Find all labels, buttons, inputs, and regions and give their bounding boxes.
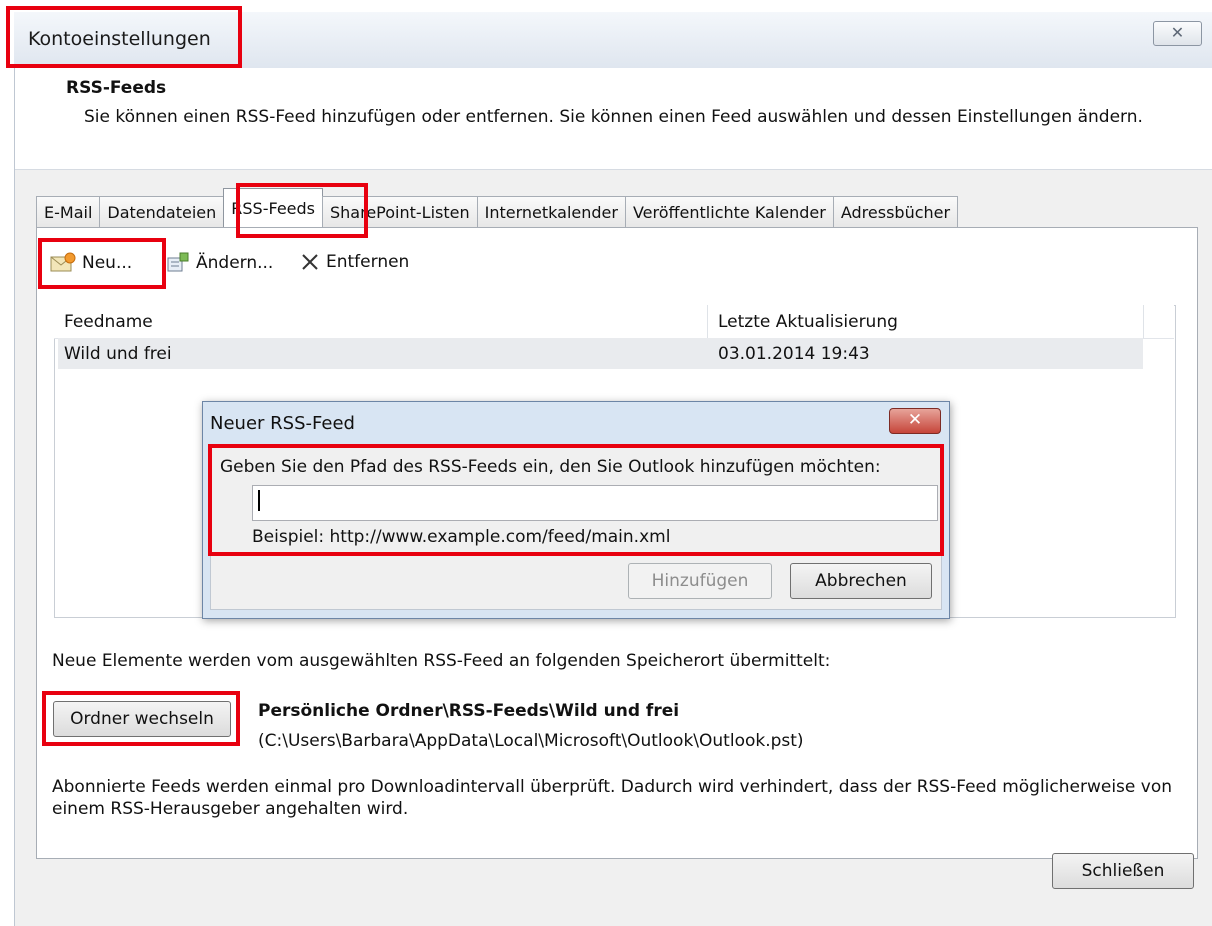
folder-path: Persönliche Ordner\RSS-Feeds\Wild und fr… [258, 701, 680, 721]
tab-veroeffentlichte-kalender[interactable]: Veröffentlichte Kalender [624, 196, 834, 227]
table-row[interactable] [58, 338, 1143, 369]
new-rss-feed-close-button[interactable]: ✕ [889, 408, 941, 434]
tab-email[interactable]: E-Mail [36, 196, 101, 227]
add-feed-button[interactable]: Hinzufügen [628, 563, 772, 599]
delivery-info-text: Neue Elemente werden vom ausgewählten RS… [52, 651, 831, 671]
highlight-rss-tab [236, 183, 368, 238]
close-icon: ✕ [1170, 23, 1185, 42]
highlight-url-field [208, 444, 944, 556]
feed-list-header [54, 305, 1174, 339]
x-icon [302, 254, 318, 270]
window-close-button[interactable]: ✕ [1153, 21, 1202, 46]
edit-feed-button[interactable]: Ändern... [166, 252, 273, 274]
column-header-last-update[interactable]: Letzte Aktualisierung [718, 312, 898, 332]
edit-feed-label: Ändern... [196, 253, 274, 273]
tab-internetkalender[interactable]: Internetkalender [476, 196, 626, 227]
file-path: (C:\Users\Barbara\AppData\Local\Microsof… [258, 731, 804, 751]
close-icon: ✕ [907, 410, 923, 430]
new-rss-feed-dialog-title: Neuer RSS-Feed [210, 413, 355, 434]
column-separator[interactable] [707, 305, 708, 338]
section-description: Sie können einen RSS-Feed hinzufügen ode… [84, 107, 1143, 127]
edit-properties-icon [167, 252, 189, 272]
highlight-window-title [6, 6, 242, 68]
tab-datendateien[interactable]: Datendateien [99, 196, 225, 227]
close-dialog-button[interactable]: Schließen [1052, 853, 1194, 889]
highlight-new-button [38, 238, 166, 289]
cancel-button[interactable]: Abbrechen [790, 563, 932, 599]
tab-bar: E-Mail Datendateien RSS-Feeds SharePoint… [36, 188, 959, 227]
column-separator[interactable] [1143, 305, 1144, 338]
tab-adressbuecher[interactable]: Adressbücher [832, 196, 959, 227]
download-interval-note: Abonnierte Feeds werden einmal pro Downl… [52, 777, 1172, 819]
remove-feed-button[interactable]: Entfernen [300, 252, 409, 272]
remove-feed-label: Entfernen [326, 252, 410, 272]
highlight-change-folder [42, 691, 240, 746]
section-title: RSS-Feeds [66, 78, 167, 98]
feed-name-cell: Wild und frei [64, 344, 172, 364]
feed-updated-cell: 03.01.2014 19:43 [718, 344, 870, 364]
column-header-feedname[interactable]: Feedname [64, 312, 153, 332]
